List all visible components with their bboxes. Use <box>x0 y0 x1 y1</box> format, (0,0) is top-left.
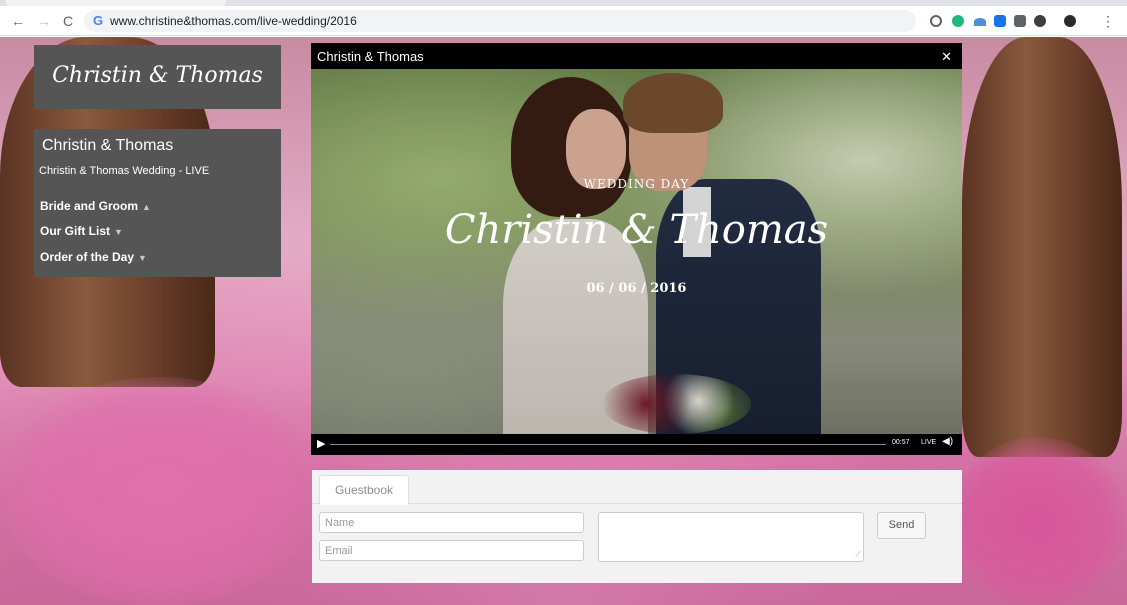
video-controls: ▶ 00:57 LIVE ◀) <box>311 434 962 455</box>
tree-trunk-right <box>962 37 1122 457</box>
profile-avatar-icon[interactable] <box>1064 15 1076 27</box>
extension-compass-icon[interactable] <box>1034 15 1046 27</box>
wedding-day-label: WEDDING DAY <box>583 177 690 191</box>
forward-icon[interactable]: → <box>36 12 52 30</box>
send-button[interactable]: Send <box>877 512 926 539</box>
menu-item-label: Order of the Day <box>40 250 135 264</box>
wedding-date: 06 / 06 / 2016 <box>586 281 687 296</box>
menu-item-label: Our Gift List <box>40 224 110 238</box>
tab-guestbook[interactable]: Guestbook <box>319 475 409 505</box>
url-text[interactable]: www.christine&thomas.com/live-wedding/20… <box>110 14 357 28</box>
video-title-bar: Christin & Thomas ✕ <box>311 43 962 69</box>
menu-title[interactable]: Christin & Thomas <box>42 137 173 155</box>
play-icon[interactable]: ▶ <box>317 437 325 450</box>
video-player[interactable]: Christin & Thomas ✕ WEDDING DAY Christin… <box>311 43 962 455</box>
extension-box-icon[interactable] <box>1014 15 1026 27</box>
extension-cloud-icon[interactable] <box>974 18 986 26</box>
back-icon[interactable]: ← <box>10 12 26 30</box>
message-textarea[interactable]: ⟋ <box>598 512 864 562</box>
reload-icon[interactable]: C <box>60 12 76 30</box>
address-bar[interactable]: G www.christine&thomas.com/live-wedding/… <box>84 10 916 32</box>
menu-item-order-of-the-day[interactable]: Order of the Day ▼ <box>40 250 147 264</box>
logo-box: Christin & Thomas <box>34 45 281 109</box>
name-field[interactable]: Name <box>319 512 584 533</box>
menu-subtitle[interactable]: Christin & Thomas Wedding - LIVE <box>39 165 209 177</box>
resize-handle-icon[interactable]: ⟋ <box>855 550 861 560</box>
couple-names: Christin & Thomas <box>444 207 829 253</box>
progress-bar[interactable] <box>330 444 886 445</box>
menu-item-gift-list[interactable]: Our Gift List ▼ <box>40 224 123 238</box>
time-readout: 00:57 <box>892 439 910 446</box>
extension-grammarly-icon[interactable] <box>952 15 964 27</box>
guestbook-panel: Guestbook Name Email ⟋ Send <box>312 470 962 583</box>
caret-up-icon: ▲ <box>142 202 151 212</box>
video-frame[interactable]: WEDDING DAY Christin & Thomas 06 / 06 / … <box>311 69 962 434</box>
video-title: Christin & Thomas <box>317 49 424 64</box>
caret-down-icon: ▼ <box>138 253 147 263</box>
petals-right <box>950 437 1127 605</box>
browser-toolbar: ← → C G www.christine&thomas.com/live-we… <box>0 6 1127 36</box>
extension-circle-icon[interactable] <box>930 15 942 27</box>
volume-icon[interactable]: ◀) <box>942 436 953 447</box>
caret-down-icon: ▼ <box>114 227 123 237</box>
petals-left <box>0 377 320 605</box>
browser-menu-icon[interactable]: ⋮ <box>1100 12 1116 30</box>
guestbook-tabs: Guestbook <box>312 470 962 505</box>
menu-item-bride-and-groom[interactable]: Bride and Groom ▲ <box>40 199 151 213</box>
logo-text[interactable]: Christin & Thomas <box>34 63 281 88</box>
fullscreen-icon[interactable]: ✕ <box>941 49 952 65</box>
page-background: Christin & Thomas Christin & Thomas Chri… <box>0 37 1127 605</box>
menu-item-label: Bride and Groom <box>40 199 139 213</box>
live-label: LIVE <box>921 439 937 446</box>
extension-square-icon[interactable] <box>994 15 1006 27</box>
site-info-icon[interactable]: G <box>90 13 106 29</box>
email-field[interactable]: Email <box>319 540 584 561</box>
sidebar-menu: Christin & Thomas Christin & Thomas Wedd… <box>34 129 281 277</box>
